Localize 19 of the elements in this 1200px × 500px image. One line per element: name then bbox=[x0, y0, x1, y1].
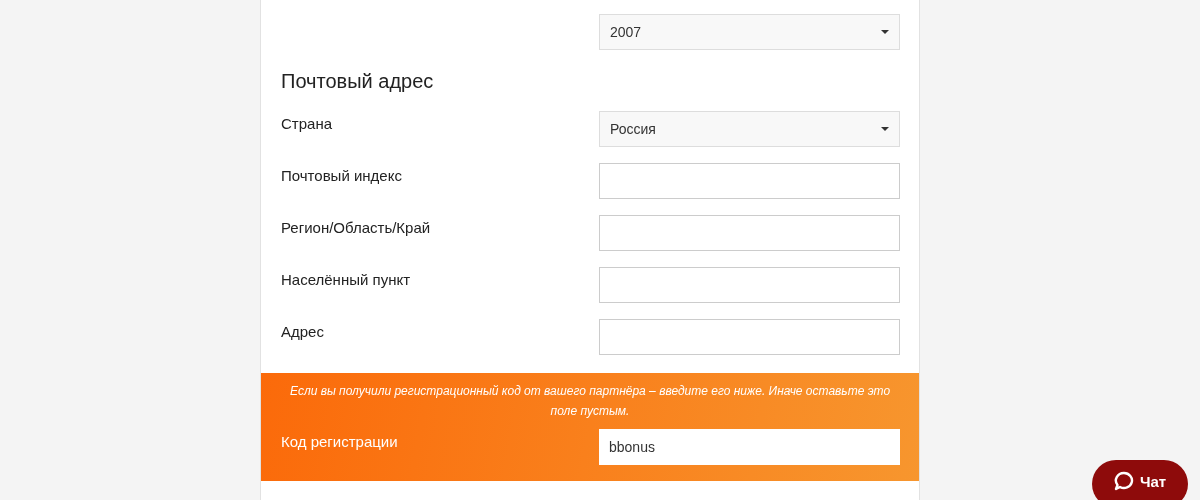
field-label: Страна bbox=[281, 114, 333, 132]
chat-button[interactable]: Чат bbox=[1092, 460, 1188, 500]
field-label: Населённый пункт bbox=[281, 270, 412, 288]
country-select[interactable]: Россия bbox=[599, 111, 900, 147]
field-label: Адрес bbox=[281, 322, 325, 340]
input-field[interactable] bbox=[599, 163, 900, 199]
caret-icon bbox=[881, 127, 889, 131]
input-field[interactable] bbox=[599, 267, 900, 303]
input-field[interactable]: bbonus bbox=[599, 429, 900, 465]
promo-note: Если вы получили регистрационный код от вашего партнёра – введите его ниже. Иначе оставьте это поле пустым. bbox=[288, 383, 892, 420]
section-title: Почтовый адрес bbox=[281, 70, 435, 93]
field-label: Почтовый индекс bbox=[281, 166, 403, 184]
field-label: Регион/Область/Край bbox=[281, 218, 432, 236]
field-label: Код регистрации bbox=[281, 432, 399, 450]
year-select[interactable]: 2007 bbox=[599, 14, 900, 50]
input-field[interactable] bbox=[599, 319, 900, 355]
input-field[interactable] bbox=[599, 215, 900, 251]
chat-bubble-icon bbox=[1113, 471, 1134, 491]
caret-icon bbox=[881, 30, 889, 34]
